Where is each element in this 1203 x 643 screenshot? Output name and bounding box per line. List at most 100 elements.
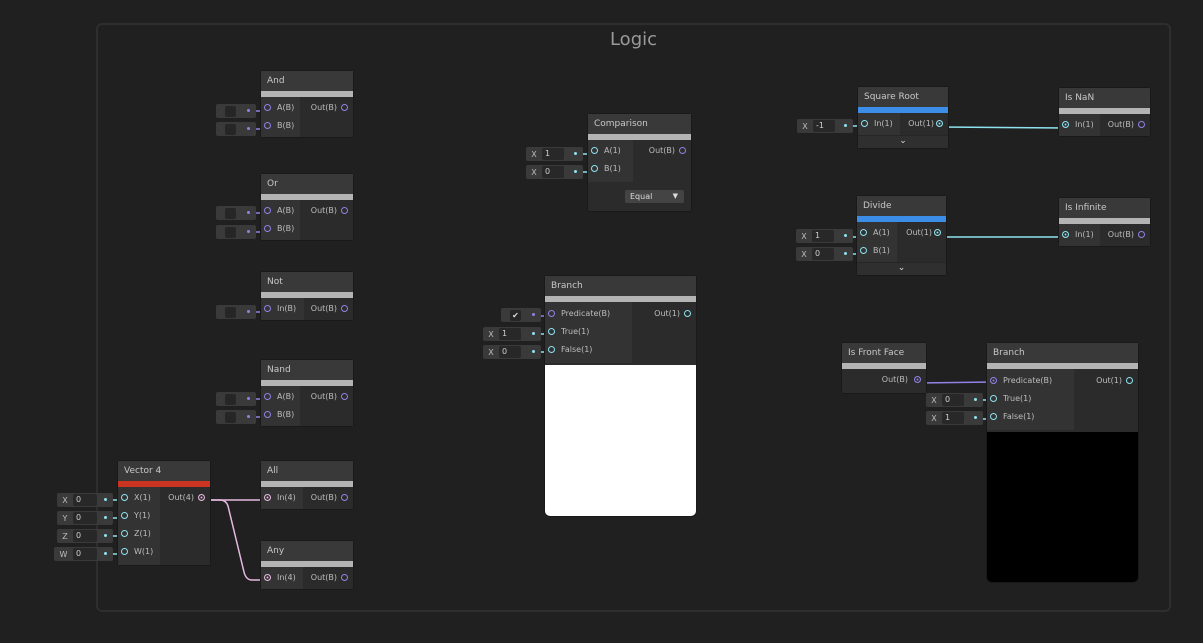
expand-toggle[interactable]: ⌄ — [858, 135, 948, 148]
port-connector-icon[interactable] — [264, 393, 271, 400]
node-square-root[interactable]: Square Root In(1) Out(1) ⌄ — [858, 87, 948, 148]
vector4-w-field[interactable]: W0 — [54, 547, 113, 561]
node-title[interactable]: Or — [261, 174, 353, 194]
nand-b-toggle[interactable] — [216, 410, 256, 424]
input-port-a[interactable]: A(B) — [261, 99, 300, 117]
input-port-in[interactable]: In(1) — [1059, 226, 1100, 244]
node-title[interactable]: All — [261, 461, 353, 481]
port-connector-icon[interactable] — [264, 122, 271, 129]
comparison-a-field[interactable]: X1 — [526, 147, 583, 161]
port-connector-icon[interactable] — [341, 494, 348, 501]
input-port-z[interactable]: Z(1) — [118, 525, 160, 543]
node-not[interactable]: Not In(B) Out(B) — [261, 272, 353, 320]
field-value[interactable]: -1 — [813, 120, 835, 132]
input-port-b[interactable]: B(B) — [261, 220, 300, 238]
branch2-true-field[interactable]: X0 — [926, 393, 983, 407]
input-port-a[interactable]: A(1) — [588, 142, 633, 160]
field-value[interactable]: 0 — [73, 530, 97, 542]
port-connector-icon[interactable] — [990, 413, 997, 420]
branch1-predicate-toggle[interactable]: ✔ — [501, 308, 541, 322]
port-connector-icon[interactable] — [1138, 231, 1145, 238]
node-branch[interactable]: Branch Predicate(B) True(1) False(1) Out… — [987, 343, 1138, 582]
field-value[interactable]: 0 — [73, 494, 97, 506]
input-port-x[interactable]: X(1) — [118, 489, 160, 507]
port-connector-icon[interactable] — [684, 310, 691, 317]
input-port-predicate[interactable]: Predicate(B) — [545, 305, 632, 323]
port-connector-icon[interactable] — [936, 120, 943, 127]
wire-frontface-to-branch[interactable] — [917, 381, 995, 384]
field-value[interactable]: 0 — [942, 394, 964, 406]
checkbox-icon[interactable] — [225, 207, 236, 219]
port-connector-icon[interactable] — [1126, 377, 1133, 384]
port-connector-icon[interactable] — [121, 548, 128, 555]
output-port[interactable]: Out(B) — [303, 569, 353, 587]
node-is-front-face[interactable]: Is Front Face Out(B) — [842, 343, 926, 393]
field-value[interactable]: 0 — [542, 166, 564, 178]
branch1-true-field[interactable]: X1 — [483, 327, 541, 341]
output-port[interactable]: Out(B) — [300, 99, 353, 117]
port-connector-icon[interactable] — [341, 305, 348, 312]
port-connector-icon[interactable] — [591, 147, 598, 154]
output-port[interactable]: Out(B) — [1100, 116, 1150, 134]
node-or[interactable]: Or A(B) B(B) Out(B) — [261, 174, 353, 240]
output-port[interactable]: Out(1) — [1074, 372, 1138, 390]
input-port-w[interactable]: W(1) — [118, 543, 160, 561]
output-port[interactable]: Out(B) — [633, 142, 691, 160]
output-port[interactable]: Out(B) — [300, 388, 353, 406]
port-connector-icon[interactable] — [914, 376, 921, 383]
checkmark-icon[interactable]: ✔ — [510, 309, 521, 321]
node-title[interactable]: Is NaN — [1059, 88, 1150, 108]
output-port[interactable]: Out(B) — [304, 300, 353, 318]
node-nand[interactable]: Nand A(B) B(B) Out(B) — [261, 360, 353, 426]
or-a-toggle[interactable] — [216, 206, 256, 220]
checkbox-icon[interactable] — [225, 306, 236, 318]
output-port[interactable]: Out(B) — [842, 371, 926, 389]
node-title[interactable]: Square Root — [858, 87, 948, 107]
input-port-true[interactable]: True(1) — [987, 390, 1074, 408]
vector4-y-field[interactable]: Y0 — [57, 511, 113, 525]
divide-a-field[interactable]: X1 — [796, 229, 853, 243]
node-title[interactable]: Nand — [261, 360, 353, 380]
port-connector-icon[interactable] — [591, 165, 598, 172]
field-value[interactable]: 1 — [499, 328, 521, 340]
checkbox-icon[interactable] — [225, 105, 236, 117]
port-connector-icon[interactable] — [860, 229, 867, 236]
node-title[interactable]: Comparison — [588, 114, 691, 134]
checkbox-icon[interactable] — [225, 411, 236, 423]
input-port-in[interactable]: In(1) — [1059, 116, 1100, 134]
input-port-false[interactable]: False(1) — [545, 341, 632, 359]
node-title[interactable]: Divide — [857, 196, 946, 216]
node-title[interactable]: And — [261, 71, 353, 91]
input-port-in[interactable]: In(4) — [261, 489, 303, 507]
and-a-toggle[interactable] — [216, 104, 256, 118]
field-value[interactable]: 1 — [542, 148, 564, 160]
input-port-y[interactable]: Y(1) — [118, 507, 160, 525]
port-connector-icon[interactable] — [264, 574, 271, 581]
input-port-b[interactable]: B(B) — [261, 117, 300, 135]
input-port-a[interactable]: A(B) — [261, 388, 300, 406]
output-port[interactable]: Out(B) — [1100, 226, 1150, 244]
field-value[interactable]: 0 — [73, 548, 97, 560]
input-port-a[interactable]: A(B) — [261, 202, 300, 220]
port-connector-icon[interactable] — [341, 207, 348, 214]
node-any[interactable]: Any In(4) Out(B) — [261, 541, 353, 589]
port-connector-icon[interactable] — [1062, 121, 1069, 128]
divide-b-field[interactable]: X0 — [796, 247, 853, 261]
port-connector-icon[interactable] — [548, 346, 555, 353]
port-connector-icon[interactable] — [548, 310, 555, 317]
node-branch[interactable]: Branch Predicate(B) True(1) False(1) Out… — [545, 276, 696, 516]
comparison-b-field[interactable]: X0 — [526, 165, 583, 179]
port-connector-icon[interactable] — [990, 395, 997, 402]
port-connector-icon[interactable] — [861, 120, 868, 127]
wire-sqrt-to-isnan[interactable] — [939, 126, 1068, 129]
input-port-in[interactable]: In(4) — [261, 569, 303, 587]
field-value[interactable]: 1 — [812, 230, 834, 242]
port-connector-icon[interactable] — [341, 393, 348, 400]
field-value[interactable]: 0 — [499, 346, 521, 358]
port-connector-icon[interactable] — [679, 147, 686, 154]
vector4-x-field[interactable]: X0 — [57, 493, 113, 507]
node-is-infinite[interactable]: Is Infinite In(1) Out(B) — [1059, 198, 1150, 246]
input-port-true[interactable]: True(1) — [545, 323, 632, 341]
port-connector-icon[interactable] — [341, 574, 348, 581]
or-b-toggle[interactable] — [216, 225, 256, 239]
